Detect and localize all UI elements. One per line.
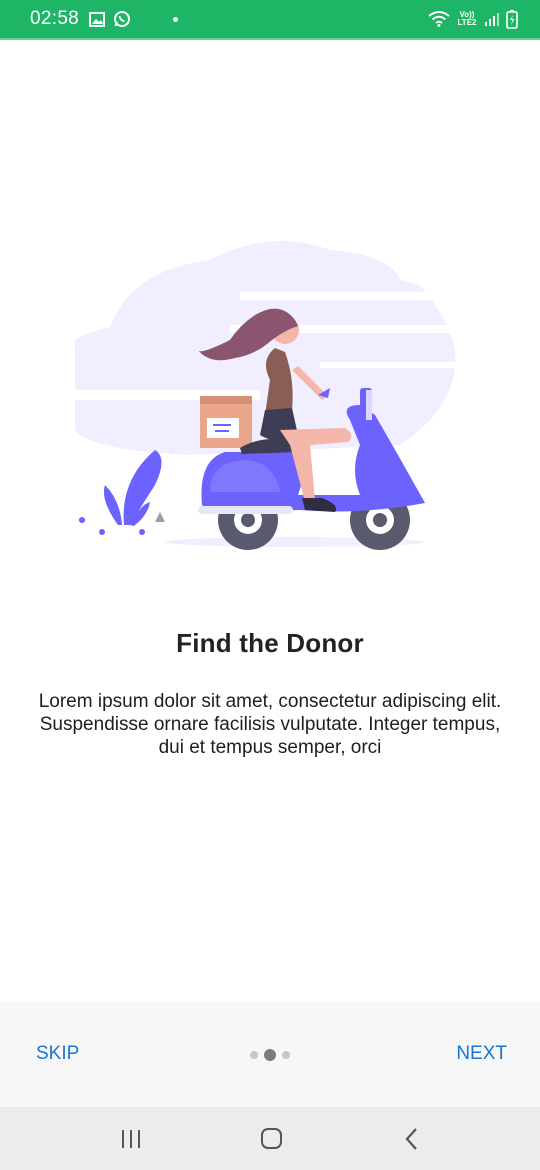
skip-button[interactable]: SKIP xyxy=(36,1043,79,1065)
home-icon[interactable] xyxy=(256,1125,286,1153)
status-time: 02:58 xyxy=(30,8,80,29)
network-label: Vo)) LTE2 xyxy=(457,10,477,27)
signal-icon xyxy=(485,13,499,26)
onboarding-description: Lorem ipsum dolor sit amet, consectetur … xyxy=(38,691,502,758)
next-button[interactable]: NEXT xyxy=(456,1043,507,1065)
battery-icon xyxy=(506,9,518,29)
scooter-illustration xyxy=(60,241,480,550)
system-nav-bar xyxy=(0,1107,540,1170)
notification-dot xyxy=(173,16,179,22)
wifi-icon xyxy=(428,11,450,27)
page-dot-3 xyxy=(282,1051,290,1059)
status-left-icons xyxy=(89,10,131,28)
onboarding-title: Find the Donor xyxy=(176,628,364,658)
back-icon[interactable] xyxy=(397,1125,427,1153)
page-dot-2-active xyxy=(264,1049,276,1061)
onboarding-controls: SKIP NEXT xyxy=(0,1002,540,1107)
image-icon xyxy=(89,11,106,27)
status-bar: 02:58 Vo)) LTE2 xyxy=(0,0,540,40)
recents-icon[interactable] xyxy=(116,1125,146,1153)
status-right-icons: Vo)) LTE2 xyxy=(428,9,518,29)
page-indicator xyxy=(250,1049,290,1061)
page-dot-1 xyxy=(250,1051,258,1059)
whatsapp-icon xyxy=(114,11,131,27)
